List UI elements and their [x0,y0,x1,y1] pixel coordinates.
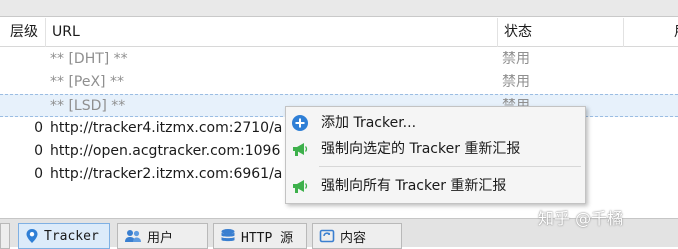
column-header-level[interactable]: 层级 [0,18,46,47]
tracker-table-header: 层级 URL 状态 用 [0,18,678,47]
tab-peers-label: 用户 [147,230,174,246]
row-url: ** [PeX] ** [50,74,124,90]
watermark: 知乎 @千橘 [538,209,624,228]
folder-refresh-icon [319,229,335,243]
tab-tracker-label: Tracker [44,228,99,244]
table-row[interactable]: ** [PeX] ** 禁用 [0,71,678,94]
row-status: 禁用 [502,51,530,67]
menu-item-add-tracker-label: 添加 Tracker... [321,115,417,131]
tracker-context-menu: 添加 Tracker... 强制向选定的 Tracker 重新汇报 强制向所有 … [285,106,586,204]
tab-peers[interactable]: 用户 [117,223,208,249]
column-header-truncated-label: 用 [674,18,678,47]
tab-truncated[interactable] [0,223,10,249]
row-level: 0 [34,120,43,136]
add-circle-icon [292,115,308,131]
menu-item-force-reannounce-selected-label: 强制向选定的 Tracker 重新汇报 [321,141,521,157]
tab-http-sources[interactable]: HTTP 源 [213,223,307,249]
megaphone-icon [293,143,308,156]
location-pin-icon [26,229,38,243]
tab-tracker[interactable]: Tracker [18,223,110,249]
menu-item-force-reannounce-all[interactable]: 强制向所有 Tracker 重新汇报 [286,173,585,199]
top-strip [0,0,678,17]
row-level: 0 [34,166,43,182]
row-level [0,48,43,71]
table-row[interactable]: ** [DHT] ** 禁用 [0,48,678,71]
tab-content[interactable]: 内容 [312,223,402,249]
megaphone-icon [293,180,308,193]
tab-content-label: 内容 [340,230,367,246]
column-header-url[interactable]: URL [46,18,498,47]
column-header-status[interactable]: 状态 [498,18,624,47]
row-level: 0 [34,143,43,159]
menu-separator [319,166,581,167]
row-url: ** [DHT] ** [50,51,128,67]
menu-item-add-tracker[interactable]: 添加 Tracker... [286,110,585,136]
row-level [0,71,43,94]
row-level [0,95,43,118]
database-icon [221,228,235,241]
row-status: 禁用 [502,74,530,90]
column-header-truncated[interactable]: 用 [624,18,678,47]
menu-item-force-reannounce-selected[interactable]: 强制向选定的 Tracker 重新汇报 [286,136,585,162]
tab-http-sources-label: HTTP 源 [241,230,294,246]
users-icon [125,230,141,242]
menu-item-force-reannounce-all-label: 强制向所有 Tracker 重新汇报 [321,178,507,194]
